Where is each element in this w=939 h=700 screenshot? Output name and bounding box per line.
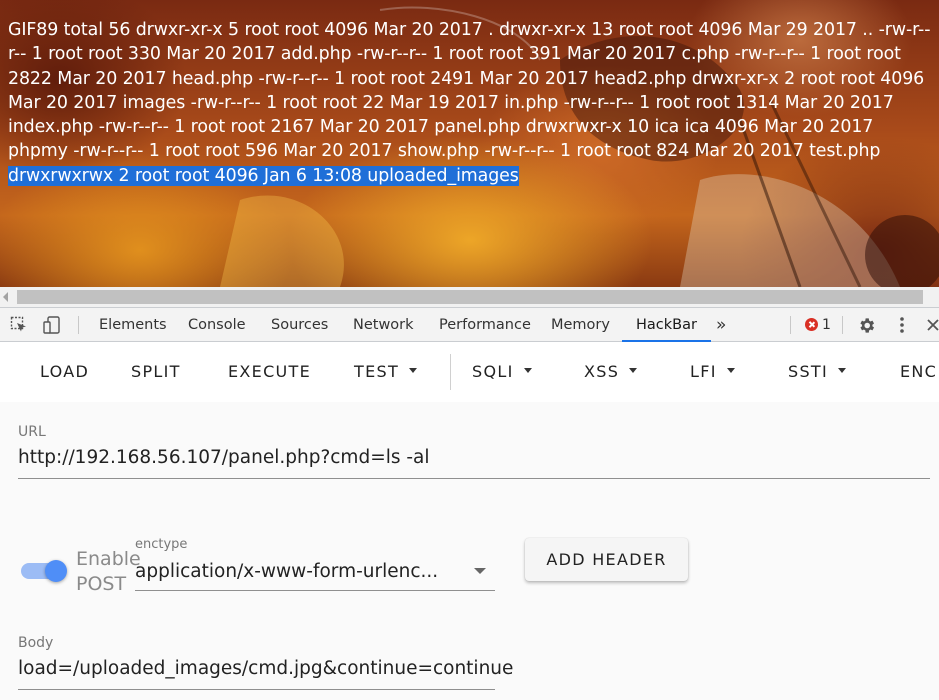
test-menu-button[interactable]: TEST — [354, 362, 418, 381]
execute-button[interactable]: EXECUTE — [228, 362, 311, 381]
load-button[interactable]: LOAD — [40, 362, 89, 381]
ssti-button-label: SSTI — [788, 362, 829, 381]
devtools-tab-bar: Elements Console Sources Network Perform… — [0, 307, 939, 342]
enctype-select[interactable]: application/x-www-form-urlenc... — [135, 561, 438, 582]
selected-output-text[interactable]: drwxrwxrwx 2 root root 4096 Jan 6 13:08 … — [8, 165, 519, 186]
scrollbar-thumb[interactable] — [17, 290, 923, 304]
caret-down-icon — [409, 368, 418, 373]
caret-down-icon — [838, 368, 847, 373]
horizontal-scrollbar[interactable] — [0, 287, 939, 307]
lfi-button-label: LFI — [690, 362, 717, 381]
enable-post-toggle[interactable] — [21, 560, 67, 582]
add-header-button[interactable]: ADD HEADER — [525, 538, 688, 581]
split-button-label: SPLIT — [131, 362, 181, 381]
tab-memory[interactable]: Memory — [551, 308, 610, 341]
enctype-label: enctype — [135, 537, 188, 552]
tab-performance[interactable]: Performance — [439, 308, 531, 341]
error-count[interactable]: 1 — [822, 308, 831, 341]
xss-menu-button[interactable]: XSS — [584, 362, 638, 381]
caret-down-icon — [523, 368, 532, 373]
divider — [790, 316, 791, 334]
enc-button-label: ENC — [900, 362, 938, 381]
chevron-down-icon[interactable] — [474, 568, 486, 574]
test-button-label: TEST — [354, 362, 400, 381]
caret-down-icon — [726, 368, 735, 373]
split-button[interactable]: SPLIT — [131, 362, 181, 381]
hackbar-toolbar: LOAD SPLIT EXECUTE TEST SQLI XSS LFI SST… — [0, 342, 939, 402]
enable-post-label-line1: Enable — [76, 548, 141, 570]
error-icon[interactable] — [805, 318, 818, 331]
ssti-menu-button[interactable]: SSTI — [788, 362, 847, 381]
close-icon[interactable] — [926, 318, 939, 332]
sqli-button-label: SQLI — [472, 362, 514, 381]
page-viewport: GIF89 total 56 drwxr-xr-x 5 root root 40… — [0, 0, 939, 287]
inspect-element-icon[interactable] — [10, 316, 28, 334]
body-input[interactable]: load=/uploaded_images/cmd.jpg&continue=c… — [18, 658, 513, 679]
url-underline — [18, 478, 930, 479]
gear-icon[interactable] — [857, 316, 876, 335]
enable-post-label-line2: POST — [76, 573, 127, 595]
tab-hackbar[interactable]: HackBar — [622, 308, 711, 342]
enable-post-label: Enable POST — [76, 547, 141, 597]
scroll-left-icon[interactable] — [3, 292, 8, 302]
encoding-menu-button[interactable]: ENC — [900, 362, 937, 381]
divider — [78, 316, 79, 334]
load-button-label: LOAD — [40, 362, 90, 381]
toggle-knob — [45, 560, 67, 582]
caret-down-icon — [629, 368, 638, 373]
toolbar-divider — [450, 354, 451, 390]
execute-button-label: EXECUTE — [228, 362, 312, 381]
body-label: Body — [18, 635, 54, 651]
more-options-icon[interactable] — [894, 316, 910, 334]
sqli-menu-button[interactable]: SQLI — [472, 362, 532, 381]
tab-network[interactable]: Network — [353, 308, 414, 341]
device-toolbar-icon[interactable] — [43, 316, 61, 334]
tab-sources[interactable]: Sources — [271, 308, 328, 341]
url-label: URL — [18, 424, 46, 440]
command-output: GIF89 total 56 drwxr-xr-x 5 root root 40… — [8, 18, 937, 188]
xss-button-label: XSS — [584, 362, 620, 381]
url-input[interactable]: http://192.168.56.107/panel.php?cmd=ls -… — [18, 447, 430, 468]
divider — [842, 316, 843, 334]
tab-elements[interactable]: Elements — [99, 308, 167, 341]
tab-console[interactable]: Console — [188, 308, 246, 341]
more-tabs-icon[interactable]: » — [716, 308, 726, 341]
enctype-underline — [135, 590, 495, 591]
lfi-menu-button[interactable]: LFI — [690, 362, 735, 381]
output-text: GIF89 total 56 drwxr-xr-x 5 root root 40… — [8, 20, 931, 162]
body-underline — [18, 689, 495, 690]
